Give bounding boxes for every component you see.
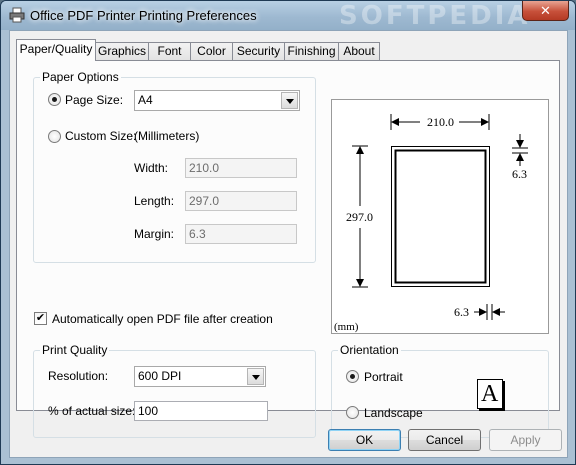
resolution-value: 600 DPI bbox=[138, 369, 182, 383]
custom-size-label: Custom Size: bbox=[65, 129, 137, 143]
width-field[interactable]: 210.0 bbox=[185, 158, 297, 178]
paper-options-label: Paper Options bbox=[40, 70, 121, 84]
print-quality-label: Print Quality bbox=[40, 343, 110, 357]
resolution-label: Resolution: bbox=[48, 369, 109, 383]
print-quality-group: Print Quality Resolution: 600 DPI % of a… bbox=[33, 343, 316, 438]
watermark-text: SOFTPEDIA bbox=[339, 1, 531, 31]
tab-color[interactable]: Color bbox=[190, 42, 233, 61]
printable-area-outline bbox=[394, 149, 487, 284]
dialog-client-area: Paper/Quality Graphics Font Color Securi… bbox=[9, 30, 568, 458]
printing-preferences-window: Office PDF Printer Printing Preferences … bbox=[0, 0, 576, 465]
tab-font[interactable]: Font bbox=[148, 42, 191, 61]
preview-width-text: 210.0 bbox=[427, 115, 454, 129]
title-bar[interactable]: Office PDF Printer Printing Preferences … bbox=[1, 1, 575, 31]
custom-size-radio[interactable] bbox=[48, 130, 61, 143]
actual-size-label: % of actual size: bbox=[48, 404, 136, 418]
tab-finishing[interactable]: Finishing bbox=[284, 42, 339, 61]
page-size-radio[interactable] bbox=[48, 93, 61, 106]
tab-about[interactable]: About bbox=[338, 42, 380, 61]
cancel-button[interactable]: Cancel bbox=[408, 429, 481, 451]
portrait-label: Portrait bbox=[364, 370, 403, 384]
paper-options-group: Paper Options Page Size: A4 Custom Size:… bbox=[33, 70, 316, 263]
page-size-select[interactable]: A4 bbox=[134, 90, 300, 111]
close-icon: ✕ bbox=[540, 3, 551, 18]
margin-field[interactable]: 6.3 bbox=[185, 224, 297, 244]
apply-button[interactable]: Apply bbox=[489, 429, 562, 451]
checkmark-icon: ✔ bbox=[35, 312, 46, 324]
portrait-radio[interactable] bbox=[346, 370, 359, 383]
length-field[interactable]: 297.0 bbox=[185, 191, 297, 211]
printer-icon bbox=[9, 7, 25, 23]
preview-margin-right-text: 6.3 bbox=[454, 305, 469, 319]
orientation-label: Orientation bbox=[338, 343, 401, 357]
paper-preview: 210.0 297.0 6.3 6.3 (mm) bbox=[331, 99, 549, 334]
resolution-select[interactable]: 600 DPI bbox=[134, 366, 266, 387]
portrait-page-icon: A bbox=[477, 379, 503, 409]
auto-open-label: Automatically open PDF file after creati… bbox=[52, 312, 273, 326]
page-size-label: Page Size: bbox=[65, 93, 124, 107]
tab-graphics[interactable]: Graphics bbox=[95, 42, 149, 61]
preview-units-text: (mm) bbox=[334, 321, 359, 333]
margin-label: Margin: bbox=[134, 227, 175, 241]
tab-paper-quality[interactable]: Paper/Quality bbox=[16, 39, 96, 61]
chevron-down-icon[interactable] bbox=[281, 92, 298, 109]
preview-margin-top-text: 6.3 bbox=[512, 167, 527, 181]
window-title: Office PDF Printer Printing Preferences bbox=[30, 8, 257, 23]
ok-button[interactable]: OK bbox=[328, 429, 401, 451]
close-button[interactable]: ✕ bbox=[522, 1, 569, 21]
units-label: (Millimeters) bbox=[134, 129, 200, 143]
auto-open-checkbox[interactable]: ✔ bbox=[34, 312, 47, 325]
preview-height-text: 297.0 bbox=[346, 210, 373, 224]
paper-quality-panel: Paper Options Page Size: A4 Custom Size:… bbox=[16, 60, 560, 438]
length-label: Length: bbox=[134, 194, 175, 208]
width-label: Width: bbox=[134, 161, 169, 175]
orientation-group: Orientation Portrait Landscape A bbox=[331, 343, 549, 438]
actual-size-field[interactable]: 100 bbox=[134, 401, 268, 421]
landscape-label: Landscape bbox=[364, 406, 423, 420]
tab-security[interactable]: Security bbox=[232, 42, 285, 61]
orientation-sample-letter: A bbox=[481, 381, 499, 407]
page-size-value: A4 bbox=[138, 93, 153, 107]
chevron-down-icon[interactable] bbox=[247, 368, 264, 385]
landscape-radio[interactable] bbox=[346, 406, 359, 419]
